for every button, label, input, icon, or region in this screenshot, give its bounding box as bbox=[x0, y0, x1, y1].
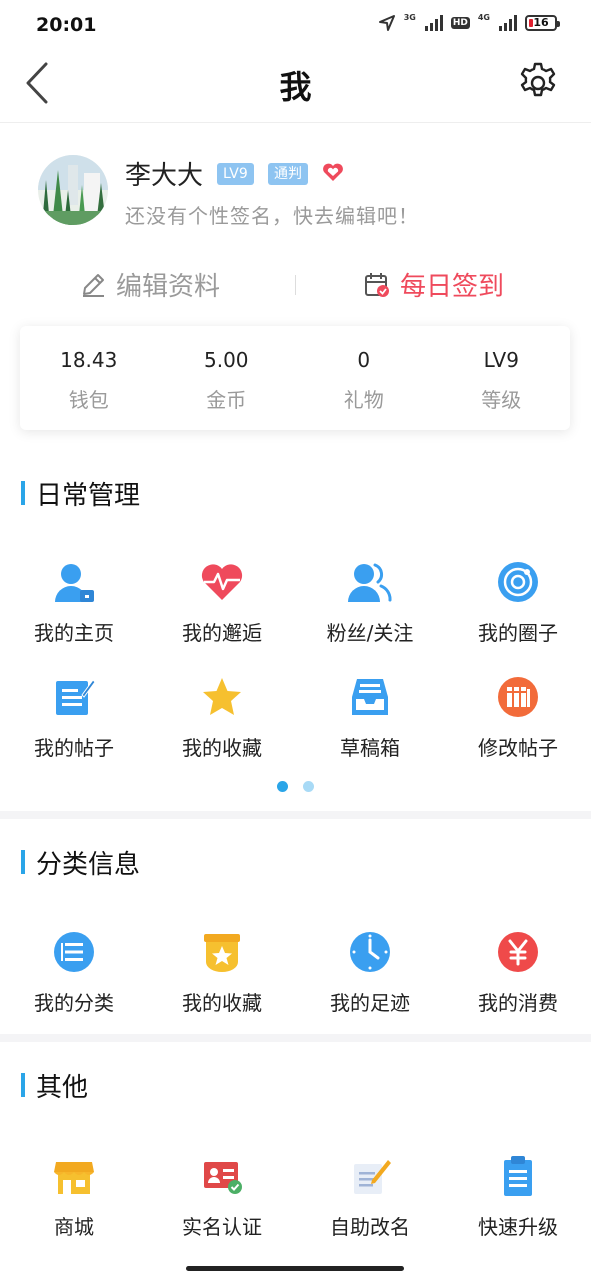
grid-item-label: 草稿箱 bbox=[340, 736, 400, 760]
grid-item-label: 我的消费 bbox=[478, 991, 558, 1015]
users-icon bbox=[348, 560, 392, 604]
grid-item-label: 自助改名 bbox=[330, 1215, 410, 1239]
inbox-tray-icon bbox=[348, 675, 392, 719]
list-icon bbox=[52, 930, 96, 974]
grid-item-label: 我的帖子 bbox=[34, 736, 114, 760]
user-home-icon bbox=[52, 560, 96, 604]
grid-item-real-name-auth[interactable]: 实名认证 bbox=[148, 1154, 296, 1240]
stats-card: 18.43 钱包 5.00 金币 0 礼物 LV9 等级 bbox=[20, 326, 570, 430]
section-accent-bar bbox=[21, 481, 25, 505]
grid-item-my-encounters[interactable]: 我的邂逅 bbox=[148, 560, 296, 646]
stat-coins[interactable]: 5.00 金币 bbox=[158, 326, 296, 430]
stat-value: 0 bbox=[357, 348, 371, 372]
gear-icon[interactable] bbox=[516, 61, 560, 105]
clock-icon bbox=[348, 930, 392, 974]
section-title-category: 分类信息 bbox=[36, 850, 141, 880]
signal-icon bbox=[424, 15, 443, 31]
books-icon bbox=[496, 675, 540, 719]
location-arrow-icon bbox=[378, 15, 395, 31]
stat-value: 5.00 bbox=[203, 348, 249, 372]
grid-item-label: 我的邂逅 bbox=[182, 621, 262, 645]
status-icons: 3G HD 4G 16 bbox=[378, 13, 560, 32]
grid-item-category-favorites[interactable]: 我的收藏 bbox=[148, 930, 296, 1016]
hd-icon: HD bbox=[450, 17, 470, 29]
circle-target-icon bbox=[496, 560, 540, 604]
grid-item-my-circles[interactable]: 我的圈子 bbox=[444, 560, 591, 646]
grid-item-my-homepage[interactable]: 我的主页 bbox=[0, 560, 148, 646]
stat-level[interactable]: LV9 等级 bbox=[433, 326, 571, 430]
clipboard-icon bbox=[496, 1154, 540, 1198]
daily-checkin-button[interactable]: 每日签到 bbox=[364, 266, 504, 303]
action-divider bbox=[295, 275, 296, 295]
grid-item-label: 修改帖子 bbox=[478, 736, 558, 760]
grid-item-fans-follow[interactable]: 粉丝/关注 bbox=[296, 560, 444, 646]
yen-icon bbox=[496, 930, 540, 974]
daily-checkin-label: 每日签到 bbox=[400, 272, 505, 302]
grid-item-label: 我的足迹 bbox=[330, 991, 410, 1015]
signature-text[interactable]: 还没有个性签名，快去编辑吧！ bbox=[125, 200, 419, 229]
section-title-other: 其他 bbox=[36, 1073, 89, 1103]
grid-item-label: 我的圈子 bbox=[478, 621, 558, 645]
grid-item-label: 我的收藏 bbox=[182, 736, 262, 760]
grid-item-my-spending[interactable]: 我的消费 bbox=[444, 930, 591, 1016]
page-indicator[interactable] bbox=[303, 781, 314, 792]
page-title: 我 bbox=[279, 68, 312, 106]
pencil-icon bbox=[83, 273, 104, 297]
grid-item-label: 商城 bbox=[54, 1215, 94, 1239]
signal-icon-2 bbox=[499, 15, 517, 31]
edit-profile-button[interactable]: 编辑资料 bbox=[80, 266, 220, 303]
section-separator bbox=[0, 811, 591, 819]
battery-icon: 16 bbox=[525, 15, 560, 31]
grid-item-label: 我的主页 bbox=[34, 621, 114, 645]
stat-label: 钱包 bbox=[68, 388, 109, 412]
shop-icon bbox=[52, 1154, 96, 1198]
grid-item-my-posts[interactable]: 我的帖子 bbox=[0, 675, 148, 761]
section-separator bbox=[0, 1034, 591, 1042]
section-title-daily: 日常管理 bbox=[36, 481, 141, 511]
rename-note-icon bbox=[348, 1154, 392, 1198]
stat-value: LV9 bbox=[483, 348, 519, 372]
edit-profile-label: 编辑资料 bbox=[116, 272, 221, 302]
stat-label: 等级 bbox=[481, 388, 522, 412]
grid-item-label: 快速升级 bbox=[478, 1215, 558, 1239]
star-box-icon bbox=[200, 930, 244, 974]
grid-item-quick-upgrade[interactable]: 快速升级 bbox=[444, 1154, 591, 1240]
star-icon bbox=[200, 675, 244, 719]
grid-item-my-footprints[interactable]: 我的足迹 bbox=[296, 930, 444, 1016]
calendar-check-icon bbox=[365, 272, 389, 297]
heart-icon bbox=[323, 163, 343, 181]
heartbeat-icon bbox=[200, 560, 244, 604]
grid-item-my-favorites[interactable]: 我的收藏 bbox=[148, 675, 296, 761]
post-edit-icon bbox=[52, 675, 96, 719]
grid-item-self-rename[interactable]: 自助改名 bbox=[296, 1154, 444, 1240]
grid-item-label: 粉丝/关注 bbox=[326, 621, 414, 645]
network-type-1: 3G bbox=[403, 13, 416, 22]
grid-item-label: 我的收藏 bbox=[182, 991, 262, 1015]
grid-item-my-category[interactable]: 我的分类 bbox=[0, 930, 148, 1016]
grid-item-drafts[interactable]: 草稿箱 bbox=[296, 675, 444, 761]
section-accent-bar bbox=[21, 850, 25, 874]
username: 李大大 bbox=[125, 161, 204, 191]
status-time: 20:01 bbox=[36, 14, 97, 36]
nav-divider bbox=[0, 122, 591, 123]
stat-value: 18.43 bbox=[60, 348, 118, 372]
section-accent-bar bbox=[21, 1073, 25, 1097]
page-indicator-active[interactable] bbox=[277, 781, 288, 792]
stat-label: 金币 bbox=[206, 388, 247, 412]
stat-wallet[interactable]: 18.43 钱包 bbox=[20, 326, 158, 430]
id-card-icon bbox=[200, 1154, 244, 1198]
stat-gifts[interactable]: 0 礼物 bbox=[295, 326, 433, 430]
grid-item-label: 实名认证 bbox=[182, 1215, 262, 1239]
level-badge: LV9 bbox=[217, 163, 254, 185]
title-badge: 通判 bbox=[268, 163, 308, 185]
grid-item-edit-posts[interactable]: 修改帖子 bbox=[444, 675, 591, 761]
network-type-2: 4G bbox=[477, 13, 490, 22]
avatar[interactable] bbox=[38, 155, 108, 225]
grid-item-shop[interactable]: 商城 bbox=[0, 1154, 148, 1240]
home-indicator[interactable] bbox=[186, 1266, 404, 1271]
stat-label: 礼物 bbox=[343, 388, 384, 412]
grid-item-label: 我的分类 bbox=[34, 991, 114, 1015]
